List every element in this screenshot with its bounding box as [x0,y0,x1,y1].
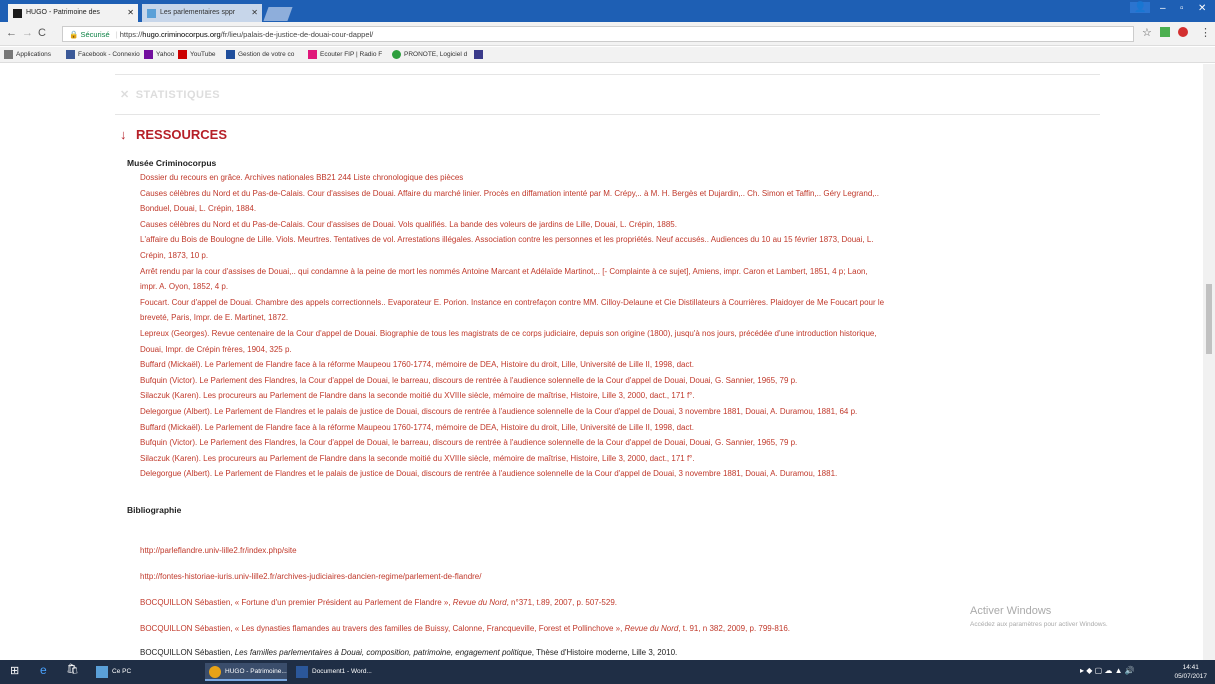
taskbar-item-ce-pc[interactable]: Ce PC [92,663,135,681]
tab-label: Les parlementaires sppr [160,9,236,16]
chrome-icon [209,666,221,678]
url-prefix: https:// [119,30,143,39]
musee-item[interactable]: breveté, Paris, Impr. de E. Martinet, 18… [140,313,288,322]
bookmark-gestion[interactable]: Gestion de votre co [226,50,294,59]
musee-item[interactable]: Lepreux (Georges). Revue centenaire de l… [140,329,877,338]
facebook-icon [66,50,75,59]
minimize-icon[interactable]: – [1160,3,1166,14]
reload-icon[interactable]: C [38,27,46,39]
close-window-icon[interactable]: ✕ [1198,3,1206,14]
windows-start-icon[interactable]: ⊞ [10,664,19,677]
biblio-link[interactable]: http://fontes-historiae-iuris.univ-lille… [140,572,481,581]
musee-item[interactable]: L'affaire du Bois de Boulogne de Lille. … [140,235,874,244]
fip-radio-icon [308,50,317,59]
musee-item[interactable]: Delegorgue (Albert). Le Parlement de Fla… [140,469,837,478]
bookmark-yahoo[interactable]: Yahoo [144,50,174,59]
biblio-reference[interactable]: BOCQUILLON Sébastien, « Les dynasties fl… [140,624,790,633]
divider [115,114,1100,115]
musee-item[interactable]: Arrêt rendu par la cour d'assises de Dou… [140,267,868,276]
windows-taskbar: ⊞ e 🛍 Ce PC HUGO - Patrimoine... Documen… [0,660,1215,684]
bookmark-fip[interactable]: Ecouter FIP | Radio F [308,50,382,59]
tray-icons[interactable]: ▸ ◆ ▢ ☁ ▲ 🔊 [1080,666,1135,675]
user-icon[interactable]: 👤 [1130,2,1151,13]
musee-item[interactable]: Crépin, 1873, 10 p. [140,251,208,260]
secure-label: Sécurisé [80,30,110,39]
musee-item[interactable]: Bufquin (Victor). Le Parlement des Fland… [140,376,797,385]
browser-titlebar: HUGO - Patrimoine des ✕ Les parlementair… [0,0,1215,22]
statistiques-heading[interactable]: ✕ STATISTIQUES [120,88,220,101]
musee-item[interactable]: Bufquin (Victor). Le Parlement des Fland… [140,438,797,447]
bookmark-star-icon[interactable]: ☆ [1142,26,1152,39]
musee-item[interactable]: Bonduel, Douai, L. Crépin, 1884. [140,204,256,213]
bookmark-facebook[interactable]: Facebook - Connexio [66,50,140,59]
page-favicon-icon [147,9,156,18]
yahoo-icon [144,50,153,59]
youtube-icon [178,50,187,59]
apps-grid-icon [4,50,13,59]
bookmarks-bar: Applications Facebook - Connexio Yahoo Y… [0,47,1215,63]
musee-item[interactable]: Dossier du recours en grâce. Archives na… [140,173,463,182]
close-tab-icon[interactable]: ✕ [251,8,258,17]
musee-item[interactable]: Buffard (Mickaël). Le Parlement de Fland… [140,423,694,432]
bookmark-pronote[interactable]: PRONOTE, Logiciel d [392,50,467,59]
activation-watermark: Activer Windows Accédez aux paramètres p… [970,605,1108,628]
clock-date: 05/07/2017 [1174,673,1207,680]
taskbar-item-word[interactable]: Document1 - Word... [292,663,382,681]
musee-item[interactable]: Buffard (Mickaël). Le Parlement de Fland… [140,360,694,369]
musee-item[interactable]: Silaczuk (Karen). Les procureurs au Parl… [140,391,695,400]
biblio-link[interactable]: http://parleflandre.univ-lille2.fr/index… [140,546,297,555]
tab-parlementaires[interactable]: Les parlementaires sppr ✕ [142,4,262,22]
taskbar-item-chrome[interactable]: HUGO - Patrimoine... [205,663,287,681]
watermark-title: Activer Windows [970,605,1052,617]
computer-icon [96,666,108,678]
divider [115,74,1100,75]
word-icon [296,666,308,678]
tab-label: HUGO - Patrimoine des [26,9,100,16]
lock-icon: 🔒 [69,30,79,39]
musee-item[interactable]: Foucart. Cour d'appel de Douai. Chambre … [140,298,884,307]
bibliographie-heading: Bibliographie [127,505,182,515]
bookmark-mail[interactable] [474,50,486,59]
forward-icon[interactable]: → [22,27,33,39]
musee-item[interactable]: Silaczuk (Karen). Les procureurs au Parl… [140,454,695,463]
arrow-down-icon: ↓ [120,127,127,142]
musee-item[interactable]: Causes célèbres du Nord et du Pas-de-Cal… [140,220,677,229]
back-icon[interactable]: ← [6,27,17,39]
close-tab-icon[interactable]: ✕ [127,8,134,17]
biblio-reference[interactable]: BOCQUILLON Sébastien, « Fortune d'un pre… [140,598,617,607]
bank-icon [226,50,235,59]
system-clock[interactable]: 14:41 05/07/2017 [1174,663,1207,681]
extension-icon[interactable] [1160,27,1170,37]
url-field[interactable]: 🔒 Sécurisé | https://hugo.criminocorpus.… [62,26,1134,42]
pronote-icon [392,50,401,59]
close-x-icon: ✕ [120,89,130,101]
biblio-reference: BOCQUILLON Sébastien, Les familles parle… [140,648,678,657]
adblock-icon[interactable] [1178,27,1188,37]
vertical-scrollbar[interactable] [1203,64,1215,660]
store-icon[interactable]: 🛍 [66,664,79,675]
mail-icon [474,50,483,59]
address-bar-row: ← → C 🔒 Sécurisé | https://hugo.criminoc… [0,22,1215,46]
new-tab-button[interactable] [263,7,293,21]
bookmark-youtube[interactable]: YouTube [178,50,216,59]
menu-icon[interactable]: ⋮ [1200,26,1211,39]
scrollbar-thumb[interactable] [1206,284,1212,354]
url-host: hugo.criminocorpus.org [142,30,221,39]
musee-item[interactable]: Causes célèbres du Nord et du Pas-de-Cal… [140,189,879,198]
musee-item[interactable]: Delegorgue (Albert). Le Parlement de Fla… [140,407,857,416]
clock-time: 14:41 [1182,664,1199,671]
ressources-heading[interactable]: ↓ RESSOURCES [120,127,227,142]
maximize-icon[interactable]: ▫ [1180,3,1184,14]
hugo-favicon-icon [13,9,22,18]
musee-item[interactable]: Douai, Impr. de Crépin frères, 1904, 325… [140,345,292,354]
url-path: /fr/lieu/palais-de-justice-de-douai-cour… [220,30,374,39]
watermark-subtitle: Accédez aux paramètres pour activer Wind… [970,621,1108,628]
musee-item[interactable]: impr. A. Oyon, 1852, 4 p. [140,282,228,291]
edge-icon[interactable]: e [40,663,47,677]
musee-heading: Musée Criminocorpus [127,158,217,168]
bookmark-applications[interactable]: Applications [4,50,51,59]
tab-hugo[interactable]: HUGO - Patrimoine des ✕ [8,4,138,22]
